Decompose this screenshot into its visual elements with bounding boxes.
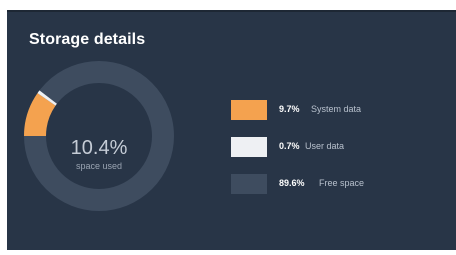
donut-segment-system-data bbox=[24, 93, 56, 137]
legend-label-user-data: User data bbox=[305, 141, 345, 151]
panel-title: Storage details bbox=[29, 31, 146, 48]
storage-details-screen: Storage details 10.4% space used 9.7% Sy… bbox=[0, 0, 456, 255]
legend-percent-free-space: 89.6% bbox=[279, 178, 305, 188]
legend-label-system-data: System data bbox=[311, 104, 362, 114]
legend-percent-system-data: 9.7% bbox=[279, 104, 300, 114]
legend-item-system-data: 9.7% System data bbox=[231, 100, 431, 120]
legend-swatch-user-data bbox=[231, 137, 267, 157]
legend-swatch-free-space bbox=[231, 174, 267, 194]
donut-segment-user-data bbox=[37, 90, 57, 106]
legend-item-free-space: 89.6% Free space bbox=[231, 174, 431, 194]
legend-percent-user-data: 0.7% bbox=[279, 141, 300, 151]
storage-donut-chart bbox=[23, 60, 191, 228]
legend-item-user-data: 0.7% User data bbox=[231, 137, 431, 157]
legend-label-free-space: Free space bbox=[319, 178, 365, 188]
legend-swatch-system-data bbox=[231, 100, 267, 120]
donut-track bbox=[24, 61, 174, 211]
